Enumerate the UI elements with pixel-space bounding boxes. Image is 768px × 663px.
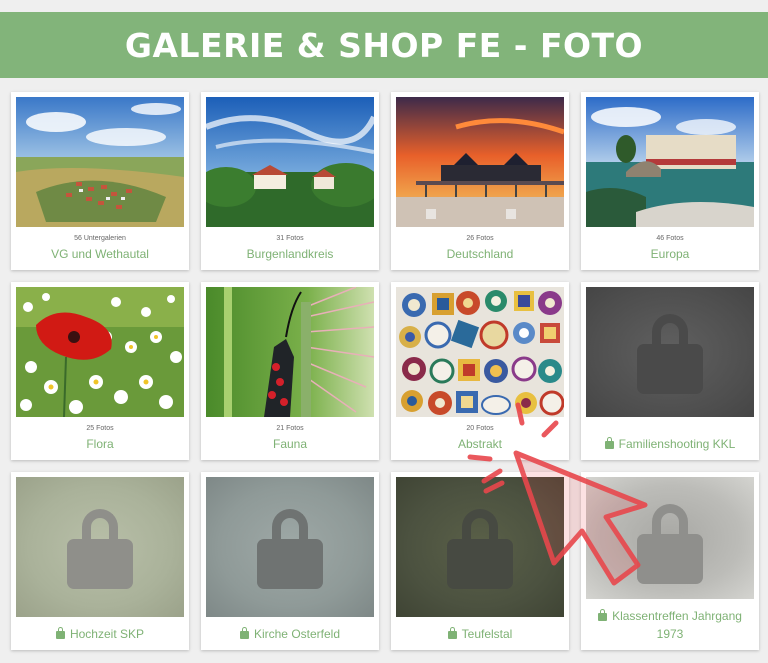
lock-icon <box>239 627 249 639</box>
gallery-thumbnail[interactable] <box>206 287 374 417</box>
gallery-title[interactable]: Abstrakt <box>391 435 569 453</box>
lock-icon <box>67 509 133 591</box>
gallery-card-abstrakt[interactable]: 20 Fotos Abstrakt <box>391 282 569 460</box>
gallery-title[interactable]: Deutschland <box>391 245 569 263</box>
gallery-count: 56 Untergalerien <box>74 235 126 242</box>
lock-icon <box>604 437 614 449</box>
gallery-count: 46 Fotos <box>656 235 684 242</box>
lock-icon <box>447 627 457 639</box>
gallery-title[interactable]: Fauna <box>201 435 379 453</box>
gallery-thumbnail[interactable] <box>396 287 564 417</box>
gallery-thumbnail[interactable] <box>206 97 374 227</box>
gallery-count: 26 Fotos <box>466 235 494 242</box>
gallery-title[interactable]: Europa <box>581 245 759 263</box>
gallery-count: 20 Fotos <box>466 425 494 432</box>
gallery-card-europa[interactable]: 46 Fotos Europa <box>581 92 759 270</box>
gallery-thumbnail-locked[interactable] <box>586 477 754 599</box>
gallery-thumbnail-locked[interactable] <box>586 287 754 417</box>
gallery-card-deutschland[interactable]: 26 Fotos Deutschland <box>391 92 569 270</box>
gallery-title[interactable]: Kirche Osterfeld <box>201 625 379 643</box>
gallery-card-hochzeit-skp[interactable]: Hochzeit SKP <box>11 472 189 650</box>
gallery-card-kirche-osterfeld[interactable]: Kirche Osterfeld <box>201 472 379 650</box>
gallery-thumbnail[interactable] <box>16 287 184 417</box>
gallery-thumbnail[interactable] <box>396 97 564 227</box>
gallery-card-klassentreffen[interactable]: Klassentreffen Jahrgang 1973 <box>581 472 759 650</box>
gallery-card-flora[interactable]: 25 Fotos Flora <box>11 282 189 460</box>
gallery-card-fauna[interactable]: 21 Fotos Fauna <box>201 282 379 460</box>
gallery-title[interactable]: Familienshooting KKL <box>581 435 759 453</box>
gallery-title[interactable]: Hochzeit SKP <box>11 625 189 643</box>
gallery-title[interactable]: Klassentreffen Jahrgang 1973 <box>581 607 759 643</box>
lock-icon <box>257 509 323 591</box>
gallery-title[interactable]: Teufelstal <box>391 625 569 643</box>
gallery-count: 31 Fotos <box>276 235 304 242</box>
gallery-card-vg-wethautal[interactable]: 56 Untergalerien VG und Wethautal <box>11 92 189 270</box>
gallery-count: 21 Fotos <box>276 425 304 432</box>
gallery-card-burgenlandkreis[interactable]: 31 Fotos Burgenlandkreis <box>201 92 379 270</box>
lock-icon <box>447 509 513 591</box>
gallery-title[interactable]: Burgenlandkreis <box>201 245 379 263</box>
lock-icon <box>637 504 703 586</box>
gallery-title[interactable]: Flora <box>11 435 189 453</box>
lock-icon <box>55 627 65 639</box>
gallery-card-teufelstal[interactable]: Teufelstal <box>391 472 569 650</box>
lock-icon <box>598 609 608 621</box>
gallery-thumbnail-locked[interactable] <box>16 477 184 617</box>
gallery-title[interactable]: VG und Wethautal <box>11 245 189 263</box>
gallery-card-familienshooting-kkl[interactable]: Familienshooting KKL <box>581 282 759 460</box>
gallery-thumbnail-locked[interactable] <box>206 477 374 617</box>
gallery-thumbnail[interactable] <box>16 97 184 227</box>
lock-icon <box>637 314 703 396</box>
gallery-count: 25 Fotos <box>86 425 114 432</box>
gallery-thumbnail[interactable] <box>586 97 754 227</box>
gallery-thumbnail-locked[interactable] <box>396 477 564 617</box>
gallery-grid: 56 Untergalerien VG und Wethautal 31 Fot… <box>0 0 768 663</box>
